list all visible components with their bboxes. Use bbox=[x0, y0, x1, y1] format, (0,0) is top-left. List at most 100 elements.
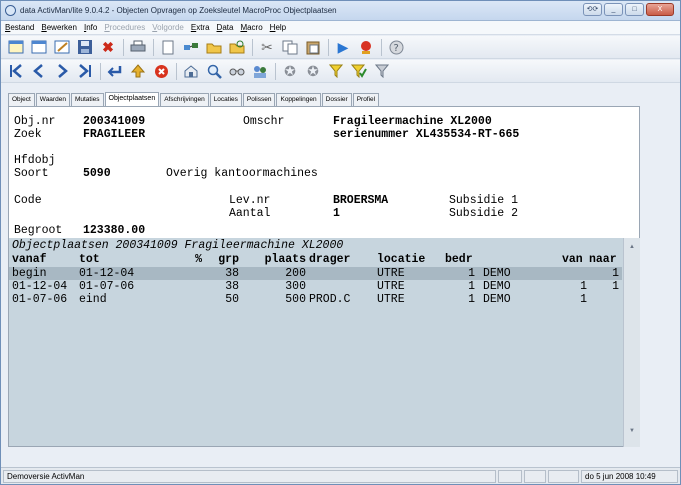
scroll-up-arrow[interactable]: ▲ bbox=[624, 240, 640, 254]
tab-polissen[interactable]: Polissen bbox=[242, 93, 276, 106]
cell-bedr-code: DEMO bbox=[483, 267, 511, 280]
col-locatie[interactable]: locatie bbox=[377, 253, 425, 266]
network-icon[interactable] bbox=[182, 38, 200, 56]
glasses-icon[interactable] bbox=[228, 62, 246, 80]
cell-locatie: UTRE bbox=[377, 293, 405, 306]
restore-button[interactable]: ⟲⟳ bbox=[583, 3, 602, 16]
begroot-value[interactable]: 123380.00 bbox=[83, 224, 145, 237]
cell-van: 1 bbox=[580, 293, 587, 306]
col-plaats[interactable]: plaats bbox=[252, 253, 306, 266]
play-icon[interactable]: ▶ bbox=[334, 38, 352, 56]
soort-label: Soort bbox=[14, 167, 49, 180]
col-tot[interactable]: tot bbox=[79, 253, 100, 266]
objnr-value[interactable]: 200341009 bbox=[83, 115, 145, 128]
table-row[interactable]: begin 01-12-04 38 200 UTRE 1 DEMO 1 bbox=[9, 267, 622, 280]
col-drager[interactable]: drager bbox=[309, 253, 350, 266]
close-button[interactable]: X bbox=[646, 3, 674, 16]
tab-locaties[interactable]: Locaties bbox=[209, 93, 242, 106]
col-vanaf[interactable]: vanaf bbox=[12, 253, 47, 266]
delete-icon[interactable]: ✖ bbox=[99, 38, 117, 56]
maximize-button[interactable]: □ bbox=[625, 3, 644, 16]
up-icon[interactable] bbox=[129, 62, 147, 80]
cell-tot: 01-12-04 bbox=[79, 267, 135, 280]
menu-bewerken[interactable]: Bewerken bbox=[41, 23, 77, 32]
star-outline-icon[interactable]: ✪ bbox=[304, 62, 322, 80]
cancel-icon[interactable] bbox=[152, 62, 170, 80]
tab-koppelingen[interactable]: Koppelingen bbox=[276, 93, 321, 106]
star-icon[interactable]: ✪ bbox=[281, 62, 299, 80]
menu-help[interactable]: Help bbox=[270, 23, 286, 32]
filter-check-icon[interactable] bbox=[350, 62, 368, 80]
toolbar-navigation: ✪ ✪ bbox=[1, 60, 680, 83]
help-icon[interactable]: ? bbox=[387, 38, 405, 56]
app-icon bbox=[5, 5, 16, 16]
code-label: Code bbox=[14, 194, 42, 207]
save-icon[interactable] bbox=[76, 38, 94, 56]
print-icon[interactable] bbox=[129, 38, 147, 56]
grid-title: Objectplaatsen 200341009 Fragileermachin… bbox=[12, 239, 344, 252]
tab-waarden[interactable]: Waarden bbox=[35, 93, 70, 106]
blank-page-icon[interactable] bbox=[159, 38, 177, 56]
status-pane bbox=[498, 470, 522, 483]
record-icon[interactable] bbox=[357, 38, 375, 56]
col-grp[interactable]: grp bbox=[209, 253, 239, 266]
first-icon[interactable] bbox=[7, 62, 25, 80]
toolbar-separator bbox=[275, 62, 276, 80]
zoek-value[interactable]: FRAGILEER bbox=[83, 128, 145, 141]
previous-icon[interactable] bbox=[30, 62, 48, 80]
copy-icon[interactable] bbox=[281, 38, 299, 56]
aantal-value[interactable]: 1 bbox=[333, 207, 340, 220]
col-pct[interactable]: % bbox=[182, 253, 202, 266]
paste-icon[interactable] bbox=[304, 38, 322, 56]
next-icon[interactable] bbox=[53, 62, 71, 80]
vertical-scrollbar[interactable]: ▲ ▼ bbox=[623, 238, 640, 447]
scroll-down-arrow[interactable]: ▼ bbox=[624, 424, 640, 438]
menu-procedures[interactable]: Procedures bbox=[104, 23, 145, 32]
table-row[interactable]: 01-12-04 01-07-06 38 300 UTRE 1 DEMO 1 1 bbox=[9, 280, 622, 293]
col-bedr[interactable]: bedr bbox=[445, 253, 473, 266]
begroot-label: Begroot bbox=[14, 224, 63, 237]
search-icon[interactable] bbox=[205, 62, 223, 80]
last-icon[interactable] bbox=[76, 62, 94, 80]
col-van[interactable]: van bbox=[562, 253, 583, 266]
home-icon[interactable] bbox=[182, 62, 200, 80]
filter-off-icon[interactable] bbox=[373, 62, 391, 80]
return-icon[interactable] bbox=[106, 62, 124, 80]
zoek-label: Zoek bbox=[14, 128, 42, 141]
menu-extra[interactable]: Extra bbox=[191, 23, 210, 32]
status-datetime: do 5 jun 2008 10:49 bbox=[581, 470, 678, 483]
window-icon[interactable] bbox=[30, 38, 48, 56]
tab-profiel[interactable]: Profiel bbox=[352, 93, 380, 106]
folder-refresh-icon[interactable] bbox=[228, 38, 246, 56]
table-row[interactable]: 01-07-06 eind 50 500 PROD.C UTRE 1 DEMO 1 bbox=[9, 293, 622, 306]
open-folder-icon[interactable] bbox=[205, 38, 223, 56]
toolbar-separator bbox=[100, 62, 101, 80]
minimize-button[interactable]: _ bbox=[604, 3, 623, 16]
cell-bedr: 1 bbox=[468, 293, 475, 306]
svg-text:?: ? bbox=[393, 43, 398, 54]
tab-object[interactable]: Object bbox=[8, 93, 35, 106]
levnr-value[interactable]: BROERSMA bbox=[333, 194, 388, 207]
menu-volgorde[interactable]: Volgorde bbox=[152, 23, 184, 32]
edit-icon[interactable] bbox=[53, 38, 71, 56]
menu-bestand[interactable]: Bestand bbox=[5, 23, 34, 32]
find-users-icon[interactable] bbox=[251, 62, 269, 80]
tab-afschrijvingen[interactable]: Afschrijvingen bbox=[160, 93, 209, 106]
menu-info[interactable]: Info bbox=[84, 23, 97, 32]
window-title: data ActivMan/lite 9.0.4.2 - Objecten Op… bbox=[20, 6, 337, 15]
omschr-value-line2[interactable]: serienummer XL435534-RT-665 bbox=[333, 128, 519, 141]
tab-dossier[interactable]: Dossier bbox=[321, 93, 352, 106]
col-naar[interactable]: naar bbox=[589, 253, 617, 266]
cut-icon[interactable]: ✂ bbox=[258, 38, 276, 56]
objectplaatsen-grid: Objectplaatsen 200341009 Fragileermachin… bbox=[8, 238, 640, 447]
soort-code[interactable]: 5090 bbox=[83, 167, 111, 180]
omschr-value[interactable]: Fragileermachine XL2000 bbox=[333, 115, 492, 128]
filter-icon[interactable] bbox=[327, 62, 345, 80]
new-icon[interactable] bbox=[7, 38, 25, 56]
toolbar-separator bbox=[153, 38, 154, 56]
menu-macro[interactable]: Macro bbox=[240, 23, 262, 32]
tab-objectplaatsen[interactable]: Objectplaatsen bbox=[104, 92, 160, 106]
cell-naar: 1 bbox=[612, 267, 619, 280]
tab-mutaties[interactable]: Mutaties bbox=[70, 93, 104, 106]
menu-data[interactable]: Data bbox=[217, 23, 234, 32]
